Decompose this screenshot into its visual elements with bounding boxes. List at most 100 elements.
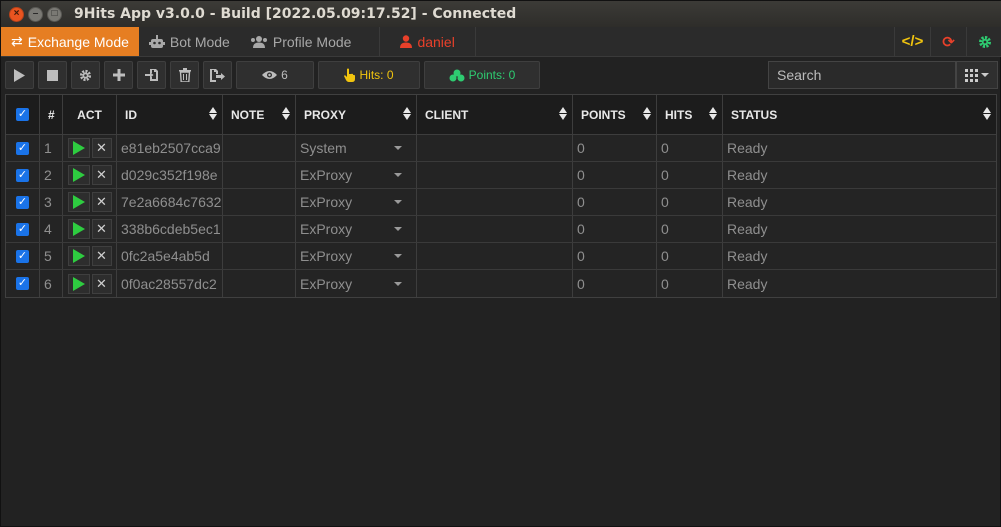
export-button[interactable] xyxy=(203,61,232,89)
row-proxy[interactable]: ExProxy xyxy=(296,243,417,269)
add-button[interactable] xyxy=(104,61,133,89)
table-row[interactable]: ✓ 1 ✕ e81eb2507cca9 System 0 0 Ready xyxy=(6,135,996,162)
start-button[interactable] xyxy=(67,138,90,158)
proxy-select[interactable]: System xyxy=(300,140,416,156)
window-maximize-button[interactable]: □ xyxy=(47,6,62,22)
start-button[interactable] xyxy=(67,273,90,294)
proxy-select[interactable]: ExProxy xyxy=(300,276,416,292)
row-client xyxy=(417,270,573,297)
row-checkbox[interactable]: ✓ xyxy=(16,141,29,155)
start-button[interactable] xyxy=(67,246,90,266)
row-client xyxy=(417,162,573,188)
delete-button[interactable] xyxy=(170,61,199,89)
row-checkbox[interactable]: ✓ xyxy=(16,195,29,209)
window-minimize-button[interactable]: – xyxy=(28,6,43,22)
play-icon xyxy=(72,168,85,182)
proxy-select[interactable]: ExProxy xyxy=(300,167,416,183)
column-header-points[interactable]: POINTS xyxy=(573,95,657,134)
row-client xyxy=(417,135,573,161)
refresh-button[interactable]: ⟳ xyxy=(930,27,966,56)
start-all-button[interactable] xyxy=(5,61,34,89)
row-note[interactable] xyxy=(223,189,296,215)
row-note[interactable] xyxy=(223,270,296,297)
proxy-value: ExProxy xyxy=(300,167,353,183)
column-header-proxy[interactable]: PROXY xyxy=(296,95,417,134)
remove-button[interactable]: ✕ xyxy=(91,165,112,185)
caret-down-icon xyxy=(394,146,402,150)
table-header: ✓ # ACT ID NOTE PROXY CLIENT POINTS HITS… xyxy=(6,95,996,135)
row-status: Ready xyxy=(727,248,768,264)
row-points: 0 xyxy=(573,216,657,242)
table-row[interactable]: ✓ 6 ✕ 0f0ac28557dc2 ExProxy 0 0 Ready xyxy=(6,270,996,297)
window-close-button[interactable]: × xyxy=(9,6,24,22)
table-row[interactable]: ✓ 5 ✕ 0fc2a5e4ab5d ExProxy 0 0 Ready xyxy=(6,243,996,270)
table-row[interactable]: ✓ 2 ✕ d029c352f198e ExProxy 0 0 Ready xyxy=(6,162,996,189)
select-all-checkbox[interactable]: ✓ xyxy=(16,108,29,121)
tab-profile-mode[interactable]: Profile Mode xyxy=(240,27,362,56)
start-button[interactable] xyxy=(67,219,90,239)
hits-counter: Hits: 0 xyxy=(318,61,420,89)
column-header-id[interactable]: ID xyxy=(117,95,223,134)
row-number: 2 xyxy=(40,162,63,188)
column-header-hits[interactable]: HITS xyxy=(657,95,723,134)
sessions-table: ✓ # ACT ID NOTE PROXY CLIENT POINTS HITS… xyxy=(5,94,997,298)
toolbar: 6 Hits: 0 Points: 0 xyxy=(1,58,1001,92)
row-checkbox[interactable]: ✓ xyxy=(16,249,29,263)
settings-button[interactable] xyxy=(966,27,1001,56)
table-row[interactable]: ✓ 3 ✕ 7e2a6684c7632 ExProxy 0 0 Ready xyxy=(6,189,996,216)
row-note[interactable] xyxy=(223,243,296,269)
row-proxy[interactable]: ExProxy xyxy=(296,162,417,188)
column-header-note[interactable]: NOTE xyxy=(223,95,296,134)
settings-button[interactable] xyxy=(71,61,100,89)
row-proxy[interactable]: ExProxy xyxy=(296,270,417,297)
user-menu[interactable]: daniel xyxy=(379,27,476,56)
row-proxy[interactable]: System xyxy=(296,135,417,161)
tab-exchange-mode[interactable]: ⇄ Exchange Mode xyxy=(1,27,139,56)
row-hits: 0 xyxy=(657,189,723,215)
proxy-select[interactable]: ExProxy xyxy=(300,194,416,210)
remove-button[interactable]: ✕ xyxy=(91,246,112,266)
row-hits: 0 xyxy=(657,270,723,297)
search-input[interactable] xyxy=(768,61,956,89)
row-actions: ✕ xyxy=(63,216,117,242)
column-header-act: ACT xyxy=(63,95,117,134)
column-header-status[interactable]: STATUS xyxy=(723,95,996,134)
coins-icon xyxy=(449,69,465,81)
row-note[interactable] xyxy=(223,162,296,188)
proxy-select[interactable]: ExProxy xyxy=(300,248,416,264)
stop-all-button[interactable] xyxy=(38,61,67,89)
row-checkbox[interactable]: ✓ xyxy=(16,277,29,290)
remove-button[interactable]: ✕ xyxy=(91,219,112,239)
column-toggle-button[interactable] xyxy=(956,61,998,89)
caret-down-icon xyxy=(981,73,989,77)
start-button[interactable] xyxy=(67,165,90,185)
row-select-cell: ✓ xyxy=(6,135,40,161)
code-button[interactable]: </> xyxy=(894,27,930,56)
table-row[interactable]: ✓ 4 ✕ 338b6cdeb5ec1 ExProxy 0 0 Ready xyxy=(6,216,996,243)
remove-button[interactable]: ✕ xyxy=(91,192,112,212)
row-proxy[interactable]: ExProxy xyxy=(296,216,417,242)
close-icon: ✕ xyxy=(96,194,107,209)
play-icon xyxy=(14,68,25,82)
code-icon: </> xyxy=(901,33,924,50)
row-checkbox[interactable]: ✓ xyxy=(16,168,29,182)
remove-button[interactable]: ✕ xyxy=(91,273,112,294)
column-header-client[interactable]: CLIENT xyxy=(417,95,573,134)
row-note[interactable] xyxy=(223,216,296,242)
row-id: 0f0ac28557dc2 xyxy=(117,270,223,297)
tab-bot-mode[interactable]: Bot Mode xyxy=(139,27,240,56)
row-checkbox[interactable]: ✓ xyxy=(16,222,29,236)
row-note[interactable] xyxy=(223,135,296,161)
remove-button[interactable]: ✕ xyxy=(91,138,112,158)
play-icon xyxy=(72,249,85,263)
import-button[interactable] xyxy=(137,61,166,89)
proxy-value: ExProxy xyxy=(300,194,353,210)
row-select-cell: ✓ xyxy=(6,243,40,269)
row-status: Ready xyxy=(727,275,768,292)
proxy-select[interactable]: ExProxy xyxy=(300,221,416,237)
row-proxy[interactable]: ExProxy xyxy=(296,189,417,215)
title-bar: × – □ 9Hits App v3.0.0 - Build [2022.05.… xyxy=(1,1,1001,27)
start-button[interactable] xyxy=(67,192,90,212)
row-id: e81eb2507cca9 xyxy=(117,135,223,161)
row-select-cell: ✓ xyxy=(6,189,40,215)
